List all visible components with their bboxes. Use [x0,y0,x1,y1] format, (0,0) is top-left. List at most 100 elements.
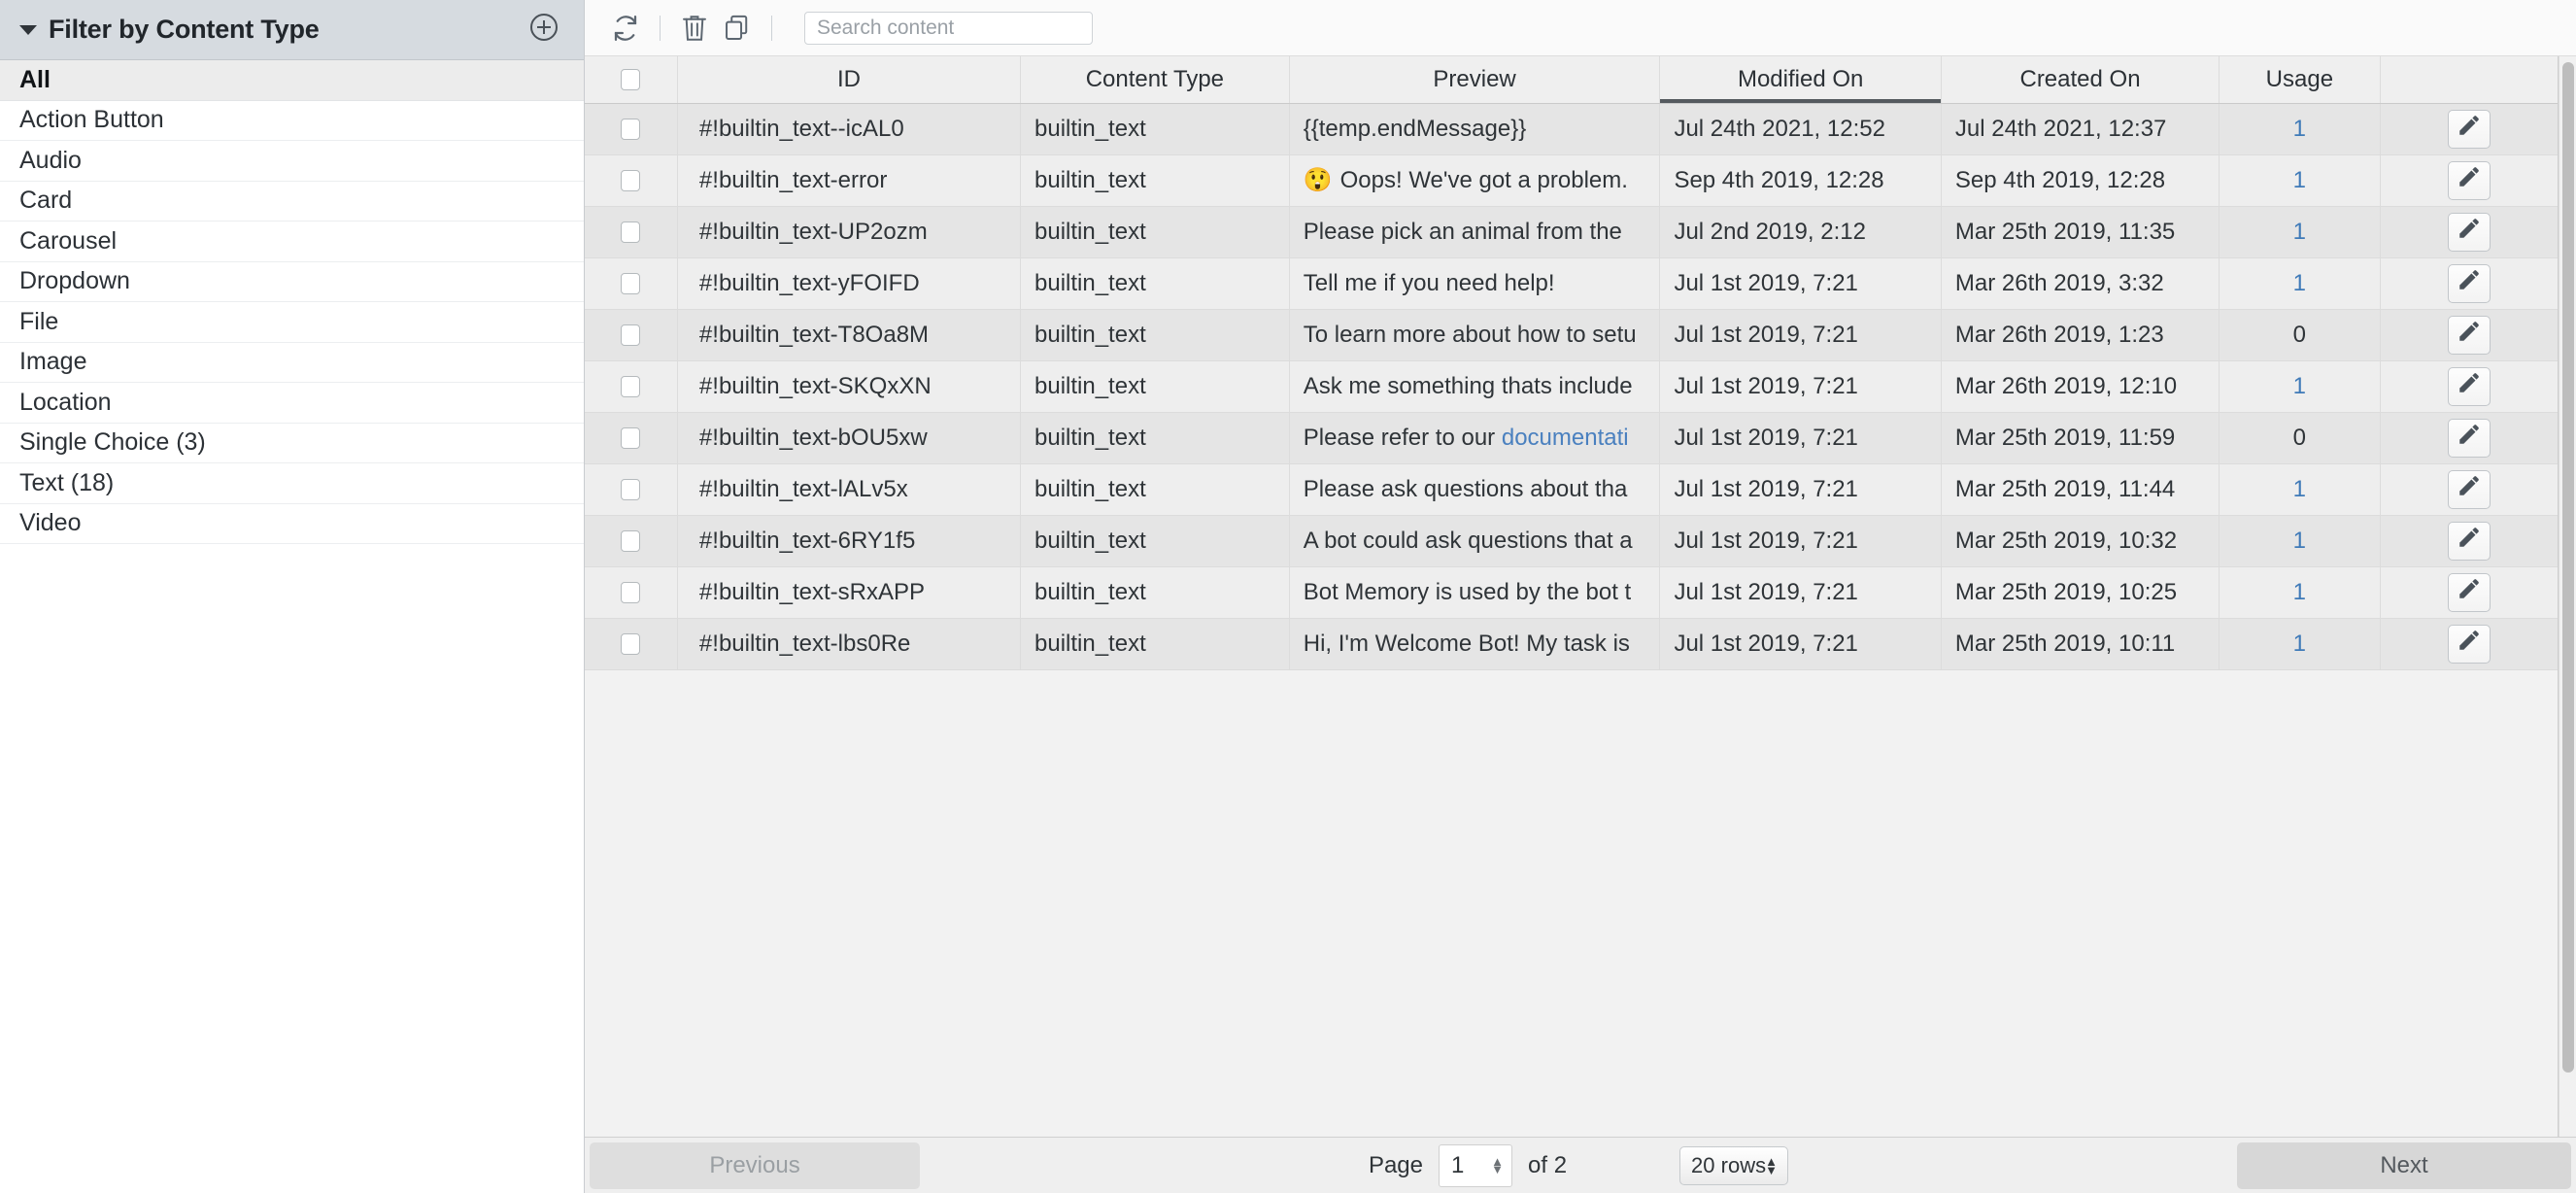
row-select-cell[interactable] [585,463,678,516]
edit-row-button[interactable] [2447,212,2491,252]
usage-count-link[interactable]: 1 [2293,528,2306,554]
row-select-cell[interactable] [585,257,678,310]
column-header-edit[interactable] [2380,56,2558,104]
table-row[interactable]: #!builtin_text-lALv5x builtin_text Please … [585,463,2558,516]
table-row[interactable]: #!builtin_text-error builtin_text 😲 Oops! W… [585,154,2558,207]
sidebar-header[interactable]: Filter by Content Type [0,0,584,60]
pencil-icon [2457,267,2482,299]
preview-link[interactable]: documentati [1502,425,1629,451]
trash-icon[interactable] [673,9,716,48]
refresh-icon[interactable] [604,9,647,48]
cell-preview: 😲 Oops! We've got a problem. [1289,154,1661,207]
row-select-cell[interactable] [585,103,678,155]
row-checkbox[interactable] [621,530,641,553]
vertical-scrollbar[interactable] [2559,56,2576,1137]
table-head: ID Content Type Preview Modified On Created … [585,56,2558,104]
row-checkbox[interactable] [621,479,641,501]
table-row[interactable]: #!builtin_text--icAL0 builtin_text {{temp.… [585,103,2558,155]
row-select-cell[interactable] [585,618,678,670]
sidebar-item[interactable]: Action Button [0,100,584,141]
sidebar-item[interactable]: Card [0,181,584,222]
sidebar-item[interactable]: Dropdown [0,261,584,302]
edit-row-button[interactable] [2447,160,2491,200]
row-select-cell[interactable] [585,360,678,413]
table-row[interactable]: #!builtin_text-T8Oa8M builtin_text To lear… [585,309,2558,361]
row-checkbox[interactable] [621,170,641,192]
row-select-cell[interactable] [585,154,678,207]
table-row[interactable]: #!builtin_text-6RY1f5 builtin_text A bot c… [585,515,2558,567]
usage-count-link[interactable]: 1 [2293,270,2306,296]
edit-row-button[interactable] [2447,366,2491,406]
column-header-created[interactable]: Created On [1941,56,2220,104]
edit-row-button[interactable] [2447,263,2491,303]
edit-row-button[interactable] [2447,469,2491,509]
row-checkbox[interactable] [621,324,641,347]
column-header-usage[interactable]: Usage [2219,56,2381,104]
stepper-down-icon[interactable]: ▼ [1491,1163,1504,1176]
sidebar-item[interactable]: All [0,60,584,101]
row-select-cell[interactable] [585,206,678,258]
cell-created-on: Mar 25th 2019, 10:25 [1941,566,2220,619]
usage-count-link[interactable]: 1 [2293,219,2306,245]
scrollbar-thumb[interactable] [2562,62,2574,1073]
table-row[interactable]: #!builtin_text-yFOIFD builtin_text Tell me… [585,257,2558,310]
row-checkbox[interactable] [621,427,641,450]
usage-count: 0 [2292,321,2307,348]
row-checkbox[interactable] [621,222,641,244]
row-checkbox[interactable] [621,376,641,398]
edit-row-button[interactable] [2447,521,2491,561]
chevron-updown-icon[interactable]: ▲ ▼ [1765,1155,1778,1176]
copy-icon[interactable] [716,9,759,48]
select-all-checkbox[interactable] [621,69,641,91]
usage-count-link[interactable]: 1 [2293,116,2306,142]
previous-page-button[interactable]: Previous [590,1142,920,1189]
table-row[interactable]: #!builtin_text-SKQxXN builtin_text Ask me … [585,360,2558,413]
row-select-cell[interactable] [585,412,678,464]
edit-row-button[interactable] [2447,109,2491,149]
sidebar-item[interactable]: File [0,302,584,343]
caret-down-icon[interactable] [19,24,37,35]
table-row[interactable]: #!builtin_text-lbs0Re builtin_text Hi, I'm… [585,618,2558,670]
column-header-check[interactable] [585,56,678,104]
usage-count-link[interactable]: 1 [2293,579,2306,605]
plus-circle-icon[interactable] [529,13,559,47]
row-select-cell[interactable] [585,566,678,619]
usage-count-link[interactable]: 1 [2293,373,2306,399]
page-stepper[interactable]: ▲ ▼ [1491,1155,1504,1176]
row-checkbox[interactable] [621,273,641,295]
column-header-type[interactable]: Content Type [1020,56,1290,104]
edit-row-button[interactable] [2447,572,2491,612]
sidebar-item[interactable]: Audio [0,141,584,182]
usage-count-link[interactable]: 1 [2293,476,2306,502]
sidebar-item-label: Action Button [19,106,164,134]
row-checkbox[interactable] [621,582,641,604]
usage-count-link[interactable]: 1 [2293,631,2306,657]
row-checkbox[interactable] [621,633,641,656]
sidebar-item[interactable]: Video [0,503,584,544]
sidebar-item[interactable]: Text (18) [0,463,584,504]
rows-per-page-select[interactable]: 20 rows ▲ ▼ [1679,1145,1789,1185]
sidebar-item[interactable]: Single Choice (3) [0,423,584,463]
usage-count-link[interactable]: 1 [2293,167,2306,193]
search-box[interactable] [804,11,1093,45]
sidebar-item-label: Dropdown [19,267,130,295]
column-header-id[interactable]: ID [677,56,1022,104]
table-row[interactable]: #!builtin_text-sRxAPP builtin_text Bot Mem… [585,566,2558,619]
sidebar-item[interactable]: Image [0,342,584,383]
column-header-preview[interactable]: Preview [1289,56,1661,104]
edit-row-button[interactable] [2447,624,2491,664]
column-header-mod[interactable]: Modified On [1659,56,1942,104]
sidebar-item[interactable]: Location [0,383,584,424]
page-number-input[interactable]: 1 ▲ ▼ [1439,1143,1513,1187]
sidebar-item[interactable]: Carousel [0,222,584,262]
row-checkbox[interactable] [621,119,641,141]
cell-edit [2380,154,2558,207]
edit-row-button[interactable] [2447,315,2491,355]
edit-row-button[interactable] [2447,418,2491,458]
row-select-cell[interactable] [585,515,678,567]
row-select-cell[interactable] [585,309,678,361]
next-page-button[interactable]: Next [2237,1142,2571,1189]
table-row[interactable]: #!builtin_text-bOU5xw builtin_text Please … [585,412,2558,464]
search-input[interactable] [815,15,1082,41]
table-row[interactable]: #!builtin_text-UP2ozm builtin_text Please … [585,206,2558,258]
